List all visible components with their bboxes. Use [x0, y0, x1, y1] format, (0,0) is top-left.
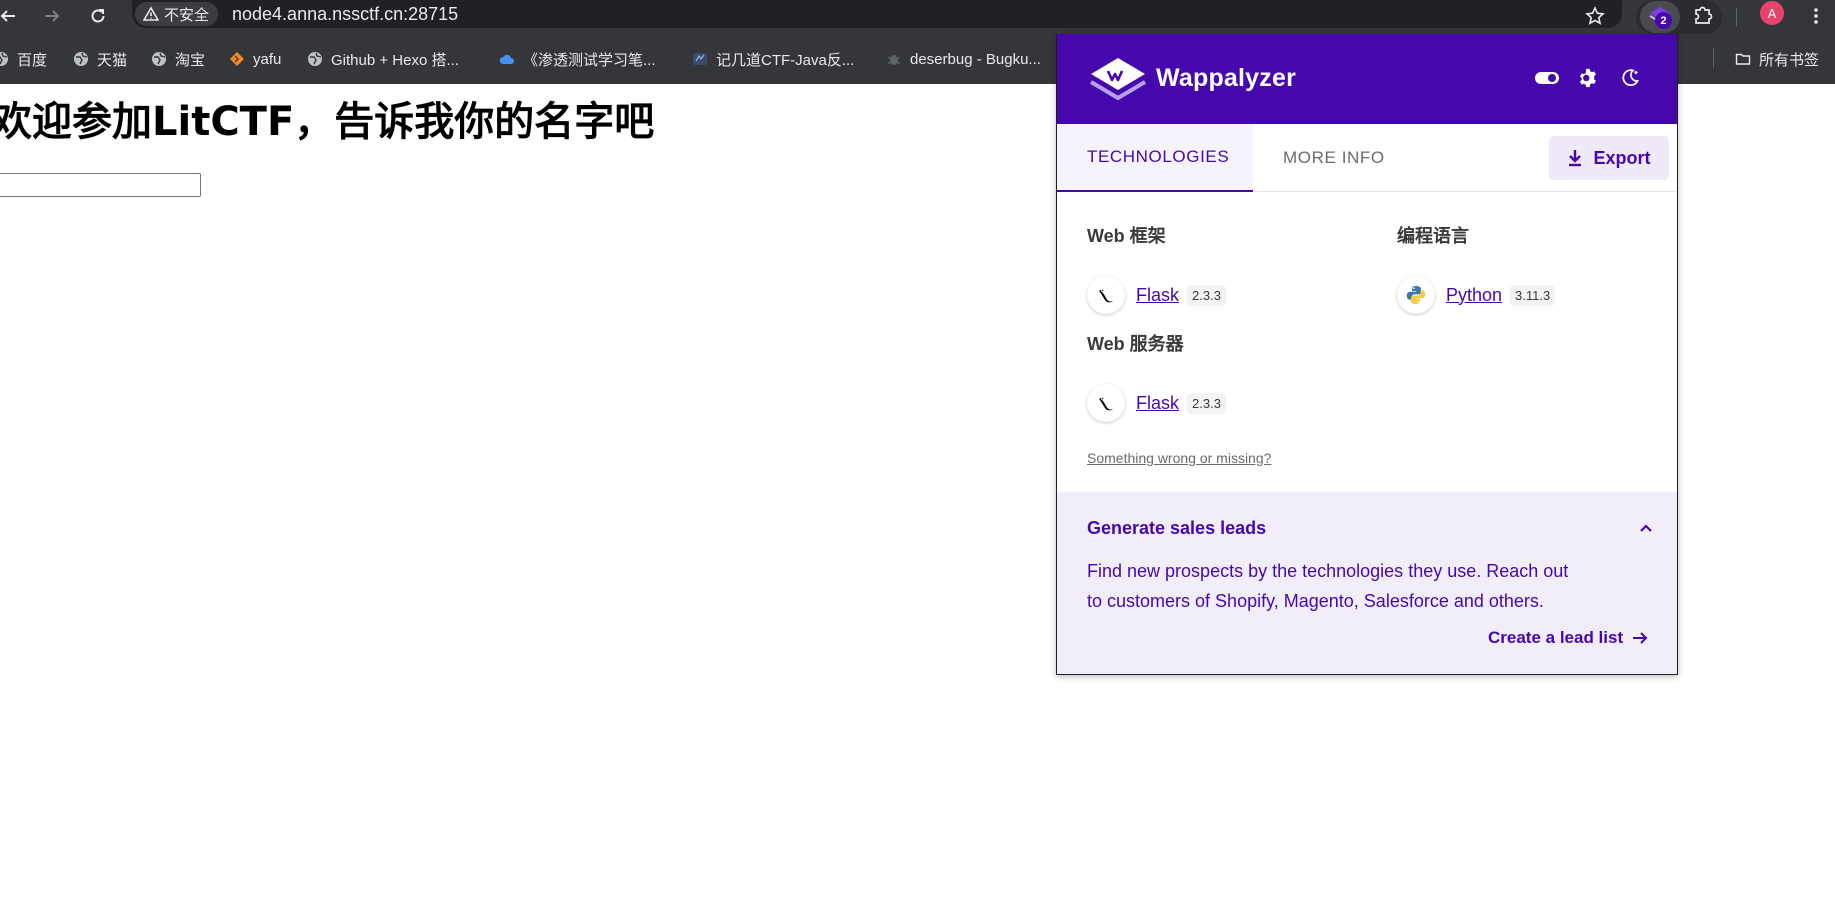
- page-heading: 欢迎参加LitCTF，告诉我你的名字吧: [0, 99, 655, 145]
- tech-version: 2.3.3: [1187, 392, 1226, 414]
- category-web-framework: Web 框架: [1087, 226, 1166, 246]
- globe-icon: [74, 52, 88, 66]
- popup-tabs: TECHNOLOGIES MORE INFO Export: [1057, 124, 1677, 192]
- bookmark-baidu[interactable]: 百度: [0, 48, 47, 70]
- leads-title: Generate sales leads: [1087, 518, 1267, 538]
- tab-more-info[interactable]: MORE INFO: [1253, 124, 1385, 191]
- forward-icon[interactable]: [40, 4, 64, 28]
- tab-technologies[interactable]: TECHNOLOGIES: [1057, 124, 1253, 192]
- chevron-up-icon[interactable]: [1635, 517, 1657, 539]
- cloud-icon: [499, 54, 514, 64]
- flask-icon: [1087, 276, 1125, 314]
- warning-icon: [143, 6, 159, 21]
- reload-icon[interactable]: [86, 4, 110, 28]
- bookmark-ctf-java[interactable]: 记几道CTF-Java反...: [692, 48, 854, 70]
- globe-icon: [152, 52, 166, 66]
- category-programming-language: 编程语言: [1397, 226, 1469, 246]
- settings-gear-icon[interactable]: [1575, 65, 1601, 91]
- globe-icon: [308, 52, 322, 66]
- tech-name[interactable]: Flask: [1136, 285, 1179, 306]
- browser-toolbar: 不安全 node4.anna.nssctf.cn:28715 2 A: [0, 0, 1835, 34]
- toolbar-divider: [1736, 8, 1737, 26]
- leads-description: Find new prospects by the technologies t…: [1087, 561, 1569, 611]
- wappalyzer-popup: Wappalyzer TECHNOLOGIES MORE INFO Export…: [1056, 34, 1678, 675]
- bookmark-deserbug[interactable]: deserbug - Bugku...: [886, 48, 1041, 70]
- security-label: 不安全: [164, 6, 210, 24]
- flask-icon: [1087, 384, 1125, 422]
- tech-name[interactable]: Flask: [1136, 393, 1179, 414]
- bookmark-star-icon[interactable]: [1583, 4, 1607, 28]
- bookmark-pentest-notes[interactable]: 《渗透测试学习笔...: [499, 48, 656, 70]
- export-button[interactable]: Export: [1549, 136, 1669, 180]
- create-lead-list-link[interactable]: Create a lead list: [1488, 628, 1649, 648]
- category-web-server: Web 服务器: [1087, 334, 1184, 354]
- toggle-icon[interactable]: [1534, 65, 1560, 91]
- sf-icon: [693, 53, 707, 65]
- python-icon: [1397, 276, 1435, 314]
- popup-header: Wappalyzer: [1057, 34, 1677, 124]
- globe-icon: [0, 52, 8, 66]
- url-text[interactable]: node4.anna.nssctf.cn:28715: [232, 3, 458, 25]
- puzzle-icon[interactable]: [1691, 3, 1715, 27]
- bookmark-tmall[interactable]: 天猫: [73, 48, 127, 70]
- bug-icon: [887, 55, 901, 65]
- profile-avatar[interactable]: A: [1760, 1, 1784, 25]
- menu-kebab-icon[interactable]: [1804, 4, 1828, 28]
- dark-mode-moon-icon[interactable]: [1617, 65, 1643, 91]
- tech-item-flask-server[interactable]: Flask 2.3.3: [1087, 383, 1226, 423]
- export-label: Export: [1593, 147, 1651, 168]
- bookmark-github-hexo[interactable]: Github + Hexo 搭...: [307, 48, 459, 70]
- brand-name: Wappalyzer: [1156, 64, 1297, 92]
- tech-item-flask-framework[interactable]: Flask 2.3.3: [1087, 275, 1226, 315]
- sales-leads-panel: Generate sales leads Find new prospects …: [1057, 492, 1677, 674]
- security-chip[interactable]: 不安全: [135, 2, 219, 26]
- folder-icon: [1735, 53, 1751, 65]
- name-input[interactable]: [0, 173, 201, 197]
- back-icon[interactable]: [0, 4, 20, 28]
- all-bookmarks-folder[interactable]: 所有书签: [1735, 48, 1819, 70]
- download-icon: [1569, 150, 1582, 167]
- wappalyzer-logo-icon: [1089, 58, 1147, 101]
- bookmarks-divider: [1713, 48, 1714, 68]
- tech-name[interactable]: Python: [1446, 285, 1502, 306]
- tech-item-python[interactable]: Python 3.11.3: [1397, 275, 1556, 315]
- arrow-right-icon: [1633, 632, 1648, 644]
- diamond-icon: [230, 52, 244, 66]
- bookmark-taobao[interactable]: 淘宝: [151, 48, 205, 70]
- something-wrong-link[interactable]: Something wrong or missing?: [1087, 450, 1271, 466]
- tech-version: 2.3.3: [1187, 284, 1226, 306]
- create-lead-list-label: Create a lead list: [1488, 628, 1624, 647]
- extension-count-badge: 2: [1655, 12, 1672, 29]
- bookmark-yafu[interactable]: yafu: [229, 48, 281, 70]
- tech-version: 3.11.3: [1510, 284, 1556, 306]
